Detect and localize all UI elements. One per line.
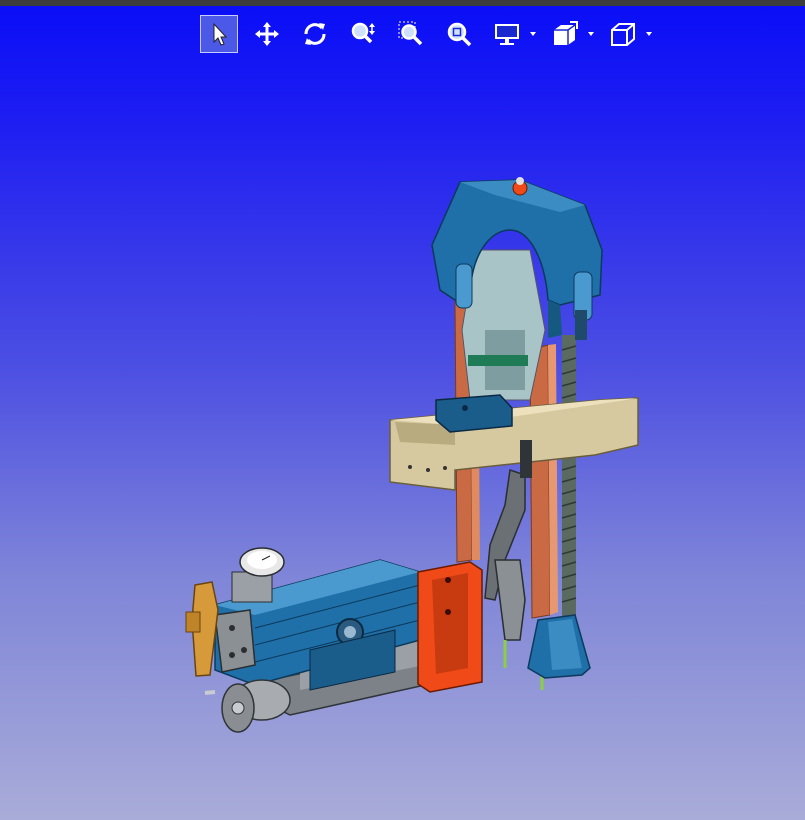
clamp-screw [462,405,468,411]
cad-assembly-model[interactable] [0,6,805,820]
beam-hole [443,466,447,470]
handwheel-hub [231,701,245,715]
yoke-leg-right [548,300,562,338]
yoke-foot-left [455,263,473,309]
brass-fitting [185,611,201,633]
linkage-lower [494,559,526,641]
bolt-stack [520,440,532,478]
bracket-bolt [445,577,451,583]
green-strip [468,355,528,366]
clamp-block [435,394,513,433]
end-cap-bolt [229,625,235,631]
handwheel-handle [204,690,216,695]
top-nut-cap [516,177,524,185]
3d-viewport[interactable] [0,6,805,820]
bracket-bolt [445,609,451,615]
yoke-bolts [575,310,587,340]
cylinder-port-center [344,626,356,638]
orange-bracket-recess [432,573,468,674]
cylinder-end-cap [214,609,256,673]
end-cap-bolt [241,647,247,653]
end-cap-bolt [229,652,235,658]
beam-hole [408,465,412,469]
beam-hole [426,468,430,472]
